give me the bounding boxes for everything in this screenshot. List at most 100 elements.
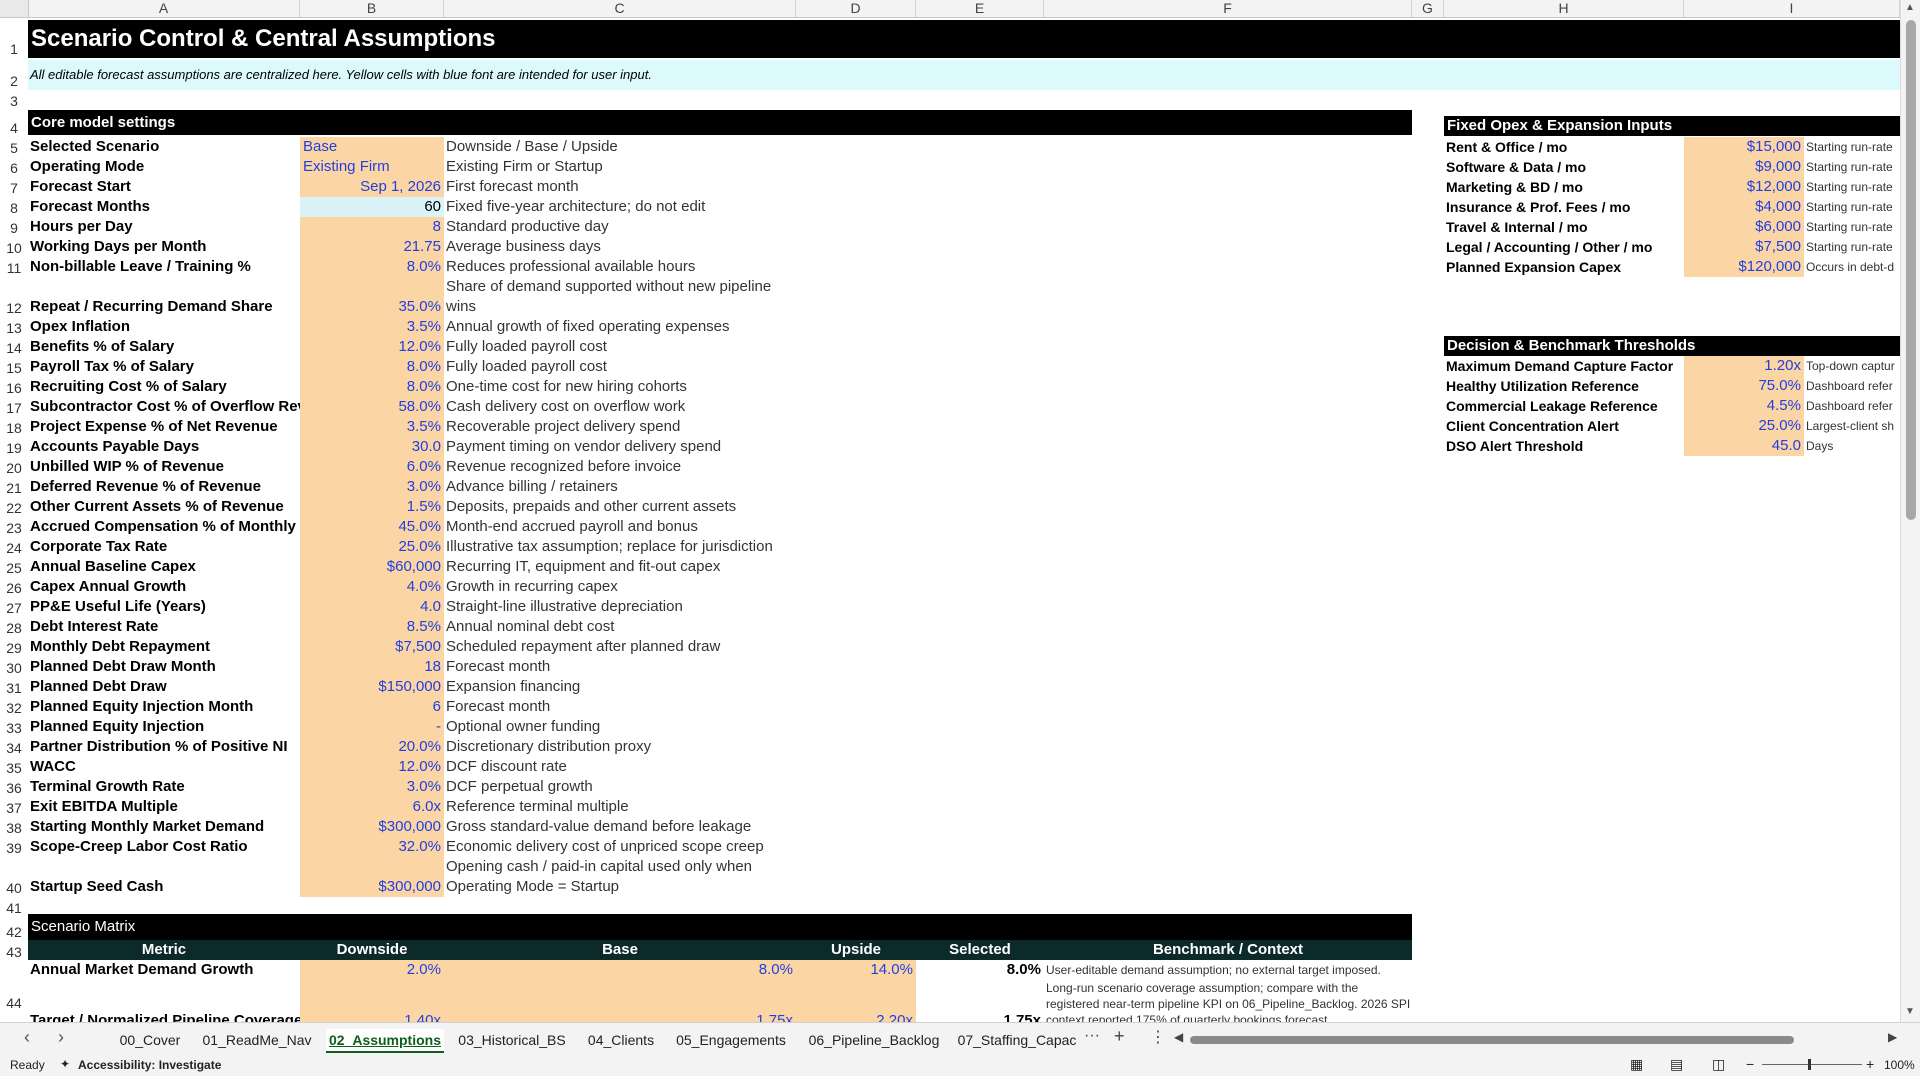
setting-description[interactable]: Optional owner funding — [444, 717, 844, 737]
setting-value-input[interactable]: 8 — [300, 217, 444, 237]
setting-label[interactable]: Corporate Tax Rate — [28, 537, 300, 557]
column-header-c[interactable]: C — [444, 0, 796, 17]
setting-label[interactable]: Recruiting Cost % of Salary — [28, 377, 300, 397]
column-header-g[interactable]: G — [1412, 0, 1444, 17]
setting-label[interactable]: Unbilled WIP % of Revenue — [28, 457, 300, 477]
setting-label[interactable]: WACC — [28, 757, 300, 777]
setting-description[interactable]: Cash delivery cost on overflow work — [444, 397, 844, 417]
scroll-up-icon[interactable]: ▲ — [1905, 2, 1915, 13]
row-number[interactable]: 11 — [0, 259, 28, 277]
setting-label[interactable]: Terminal Growth Rate — [28, 777, 300, 797]
row-number[interactable]: 12 — [0, 299, 28, 317]
setting-description[interactable]: Forecast month — [444, 657, 844, 677]
opex-label[interactable]: Rent & Office / mo — [1444, 137, 1684, 157]
setting-description[interactable]: Fully loaded payroll cost — [444, 337, 844, 357]
setting-value-input[interactable]: Base — [300, 137, 444, 157]
setting-description[interactable]: One-time cost for new hiring cohorts — [444, 377, 844, 397]
setting-value-input[interactable]: 18 — [300, 657, 444, 677]
setting-description[interactable]: Existing Firm or Startup — [444, 157, 844, 177]
setting-label[interactable]: Payroll Tax % of Salary — [28, 357, 300, 377]
setting-description[interactable]: Economic delivery cost of unpriced scope… — [444, 837, 844, 857]
setting-label[interactable]: Repeat / Recurring Demand Share — [28, 297, 300, 317]
matrix-row-label[interactable]: Target / Normalized Pipeline Coverage — [28, 1011, 300, 1022]
prev-sheet-icon[interactable]: ‹ — [24, 1027, 30, 1048]
setting-value-input[interactable]: 3.0% — [300, 477, 444, 497]
setting-description[interactable]: Recurring IT, equipment and fit-out cape… — [444, 557, 844, 577]
opex-description[interactable]: Starting run-rate — [1804, 137, 1900, 157]
threshold-value-input[interactable]: 1.20x — [1684, 356, 1804, 376]
setting-value-input[interactable]: Sep 1, 2026 — [300, 177, 444, 197]
matrix-selected-value[interactable]: 8.0% — [916, 960, 1044, 980]
opex-value-input[interactable]: $4,000 — [1684, 197, 1804, 217]
setting-description[interactable]: Payment timing on vendor delivery spend — [444, 437, 844, 457]
opex-description[interactable]: Starting run-rate — [1804, 177, 1900, 197]
row-number[interactable]: 30 — [0, 659, 28, 677]
setting-value-input[interactable]: 8.0% — [300, 357, 444, 377]
matrix-selected-value[interactable]: 1.75x — [916, 1011, 1044, 1022]
threshold-value-input[interactable]: 45.0 — [1684, 436, 1804, 456]
setting-value-input[interactable]: 4.0% — [300, 577, 444, 597]
setting-value-input[interactable]: 8.0% — [300, 257, 444, 277]
matrix-benchmark-text[interactable]: Long-run scenario coverage assumption; c… — [1044, 980, 1412, 1022]
setting-label[interactable]: Accounts Payable Days — [28, 437, 300, 457]
normal-view-icon[interactable]: ▦ — [1630, 1056, 1643, 1073]
setting-description[interactable]: Scheduled repayment after planned draw — [444, 637, 844, 657]
opex-value-input[interactable]: $7,500 — [1684, 237, 1804, 257]
setting-label[interactable]: Project Expense % of Net Revenue — [28, 417, 300, 437]
setting-description[interactable]: Growth in recurring capex — [444, 577, 844, 597]
setting-label[interactable]: Scope-Creep Labor Cost Ratio — [28, 837, 300, 857]
setting-label[interactable]: Starting Monthly Market Demand — [28, 817, 300, 837]
vertical-scrollbar[interactable]: ▲ ▼ — [1900, 0, 1920, 1022]
threshold-label[interactable]: Commercial Leakage Reference — [1444, 396, 1684, 416]
row-number[interactable]: 9 — [0, 219, 28, 237]
setting-value-input[interactable]: $150,000 — [300, 677, 444, 697]
setting-value-input[interactable]: 8.0% — [300, 377, 444, 397]
opex-description[interactable]: Occurs in debt-d — [1804, 257, 1900, 277]
tab-02-assumptions[interactable]: 02_Assumptions — [326, 1029, 444, 1053]
setting-label[interactable]: Planned Debt Draw — [28, 677, 300, 697]
row-number[interactable]: 18 — [0, 419, 28, 437]
row-number[interactable]: 37 — [0, 799, 28, 817]
row-number[interactable]: 19 — [0, 439, 28, 457]
setting-label[interactable]: Planned Equity Injection Month — [28, 697, 300, 717]
row-number[interactable]: 4 — [0, 119, 28, 137]
row-number[interactable]: 33 — [0, 719, 28, 737]
row-number[interactable]: 38 — [0, 819, 28, 837]
matrix-upside-input[interactable]: 2.20x — [796, 1011, 916, 1022]
setting-description[interactable]: Standard productive day — [444, 217, 844, 237]
opex-label[interactable]: Legal / Accounting / Other / mo — [1444, 237, 1684, 257]
opex-value-input[interactable]: $9,000 — [1684, 157, 1804, 177]
setting-value-input[interactable]: 8.5% — [300, 617, 444, 637]
setting-label[interactable]: Subcontractor Cost % of Overflow Rev — [28, 397, 300, 417]
column-header-a[interactable]: A — [28, 0, 300, 17]
setting-value-input[interactable]: 35.0% — [300, 277, 444, 317]
setting-value-input[interactable]: 58.0% — [300, 397, 444, 417]
setting-description[interactable]: DCF perpetual growth — [444, 777, 844, 797]
row-number[interactable]: 35 — [0, 759, 28, 777]
row-number[interactable]: 3 — [0, 92, 28, 110]
row-number[interactable]: 43 — [0, 943, 28, 961]
opex-description[interactable]: Starting run-rate — [1804, 237, 1900, 257]
threshold-description[interactable]: Top-down captur — [1804, 356, 1900, 376]
setting-label[interactable]: Non-billable Leave / Training % — [28, 257, 300, 277]
setting-label[interactable]: Forecast Start — [28, 177, 300, 197]
setting-value-input[interactable]: 21.75 — [300, 237, 444, 257]
setting-label[interactable]: Other Current Assets % of Revenue — [28, 497, 300, 517]
zoom-slider[interactable] — [1762, 1064, 1862, 1065]
row-number[interactable]: 28 — [0, 619, 28, 637]
setting-label[interactable]: PP&E Useful Life (Years) — [28, 597, 300, 617]
row-number[interactable]: 17 — [0, 399, 28, 417]
setting-value-input[interactable]: 25.0% — [300, 537, 444, 557]
row-number[interactable]: 14 — [0, 339, 28, 357]
row-number[interactable]: 8 — [0, 199, 28, 217]
setting-label[interactable]: Exit EBITDA Multiple — [28, 797, 300, 817]
setting-description[interactable]: Operating Mode = Startup — [444, 877, 844, 897]
setting-value-input[interactable]: 6 — [300, 697, 444, 717]
column-header-f[interactable]: F — [1044, 0, 1412, 17]
row-number[interactable]: 6 — [0, 159, 28, 177]
column-header-i[interactable]: I — [1684, 0, 1900, 17]
row-number[interactable]: 32 — [0, 699, 28, 717]
setting-description[interactable]: Straight-line illustrative depreciation — [444, 597, 844, 617]
threshold-label[interactable]: DSO Alert Threshold — [1444, 436, 1684, 456]
select-all-corner[interactable] — [0, 0, 29, 17]
